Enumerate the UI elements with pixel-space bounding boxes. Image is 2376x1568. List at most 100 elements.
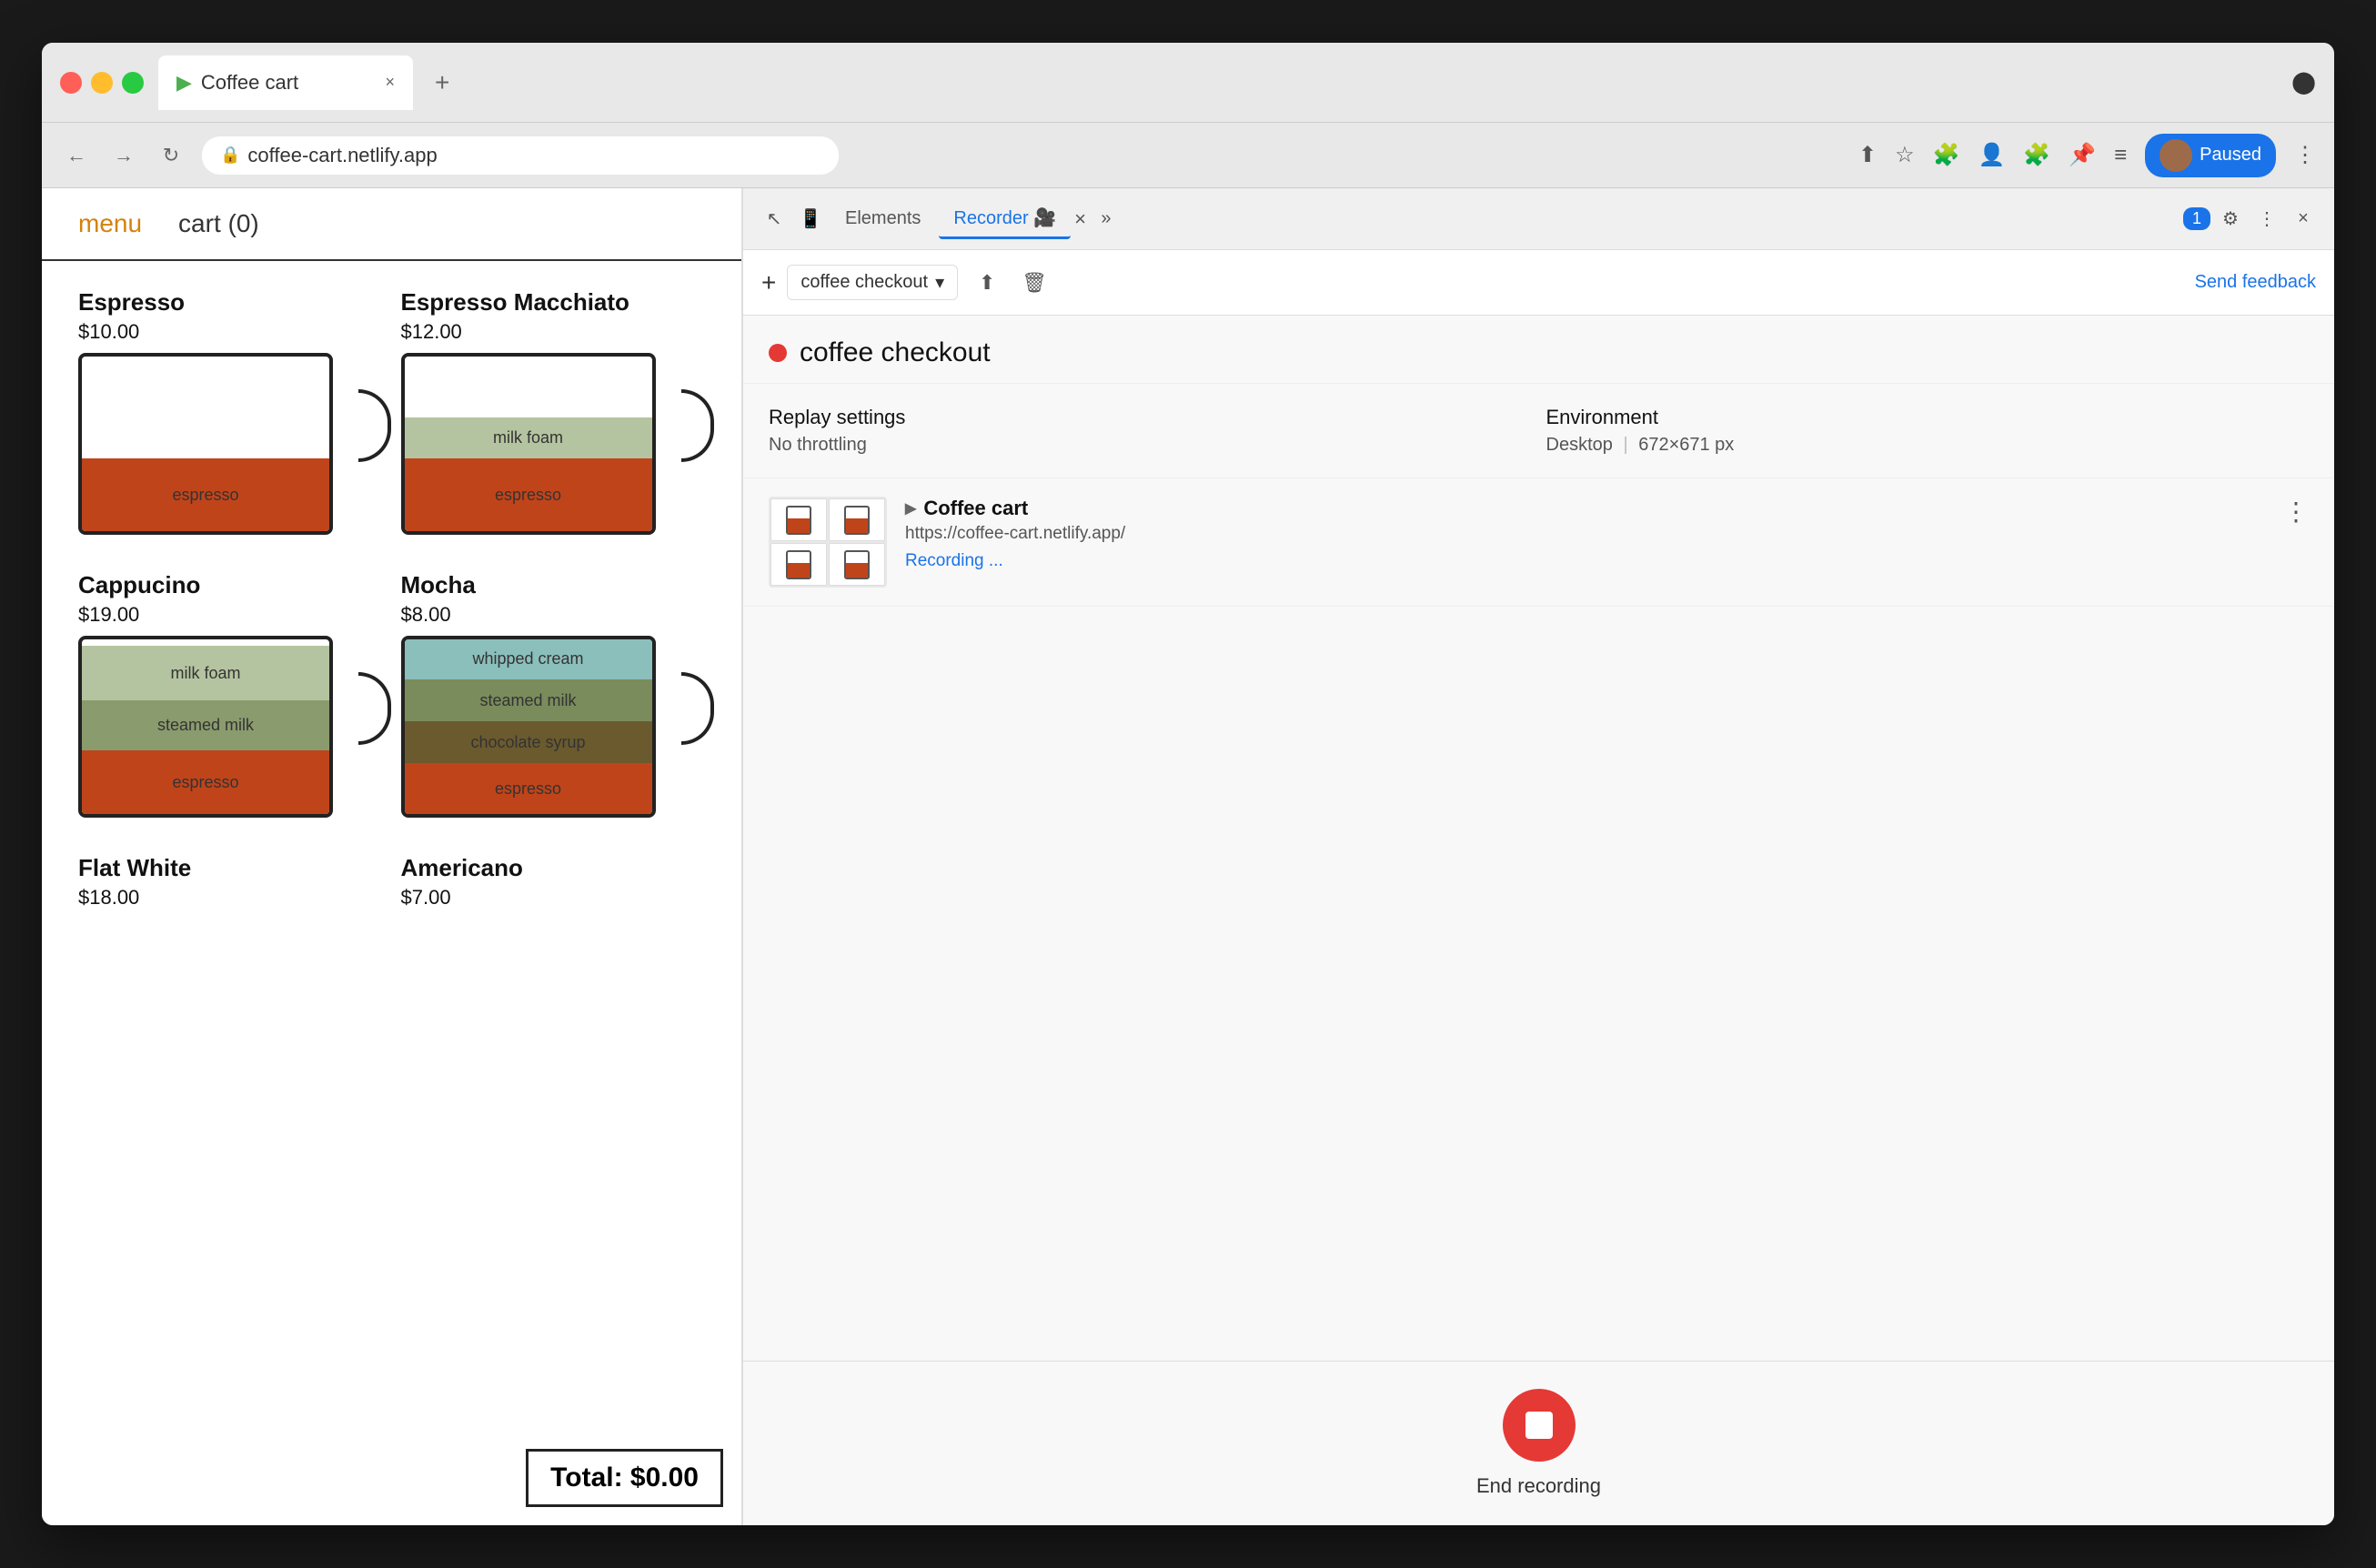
- pin-icon[interactable]: 📌: [2069, 142, 2096, 168]
- close-devtools-button[interactable]: ×: [2287, 203, 2320, 236]
- layer-chocolate-mocha: chocolate syrup: [405, 721, 652, 763]
- cup-handle-cappucino: [358, 672, 391, 745]
- send-feedback-link[interactable]: Send feedback: [2195, 272, 2316, 293]
- browser-window: ▶ Coffee cart × + ⬤ ← → ↻ 🔒 coffee-cart.…: [42, 43, 2334, 1525]
- total-bar: Total: $0.00: [526, 1449, 723, 1507]
- replay-settings-block: Replay settings No throttling: [769, 406, 1532, 456]
- list-icon[interactable]: ≡: [2114, 143, 2127, 168]
- reload-button[interactable]: ↻: [155, 139, 187, 172]
- item-name-cappucino: Cappucino: [78, 571, 383, 599]
- end-recording-label: End recording: [1476, 1474, 1601, 1498]
- more-tabs-button[interactable]: »: [1090, 203, 1123, 236]
- thumb-cell-1: [770, 498, 827, 541]
- stop-icon: [1525, 1412, 1553, 1439]
- cup-mocha[interactable]: espresso chocolate syrup steamed milk wh…: [401, 636, 683, 827]
- puzzle-icon[interactable]: 🧩: [2023, 142, 2050, 168]
- menu-nav-link[interactable]: menu: [78, 209, 142, 238]
- thumb-cell-3: [770, 543, 827, 586]
- url-text: coffee-cart.netlify.app: [247, 144, 437, 167]
- layer-espresso-cap: espresso: [82, 750, 329, 814]
- tab-title: Coffee cart: [201, 71, 298, 95]
- layer-steamed-milk-cap: steamed milk: [82, 700, 329, 750]
- cursor-tool-button[interactable]: ↖: [758, 203, 790, 236]
- cart-nav-link[interactable]: cart (0): [178, 209, 259, 238]
- cup-macchiato[interactable]: espresso milk foam: [401, 353, 683, 544]
- address-field[interactable]: 🔒 coffee-cart.netlify.app: [202, 136, 839, 175]
- forward-button[interactable]: →: [107, 139, 140, 172]
- close-traffic-light[interactable]: [60, 72, 82, 94]
- site-main: Espresso $10.00 espresso Espresso Macchi…: [42, 261, 741, 1525]
- add-recording-button[interactable]: +: [761, 268, 776, 297]
- tab-favicon: ▶: [176, 71, 192, 95]
- lock-icon: 🔒: [220, 146, 240, 165]
- new-tab-button[interactable]: +: [420, 61, 464, 105]
- avatar: [2160, 139, 2192, 172]
- thumb-cup-3: [786, 550, 811, 579]
- dropdown-icon: ▾: [935, 271, 944, 294]
- tab-recorder[interactable]: Recorder 🎥: [939, 199, 1071, 239]
- end-recording-section: End recording: [743, 1361, 2334, 1525]
- layer-espresso: espresso: [82, 458, 329, 531]
- tab-elements[interactable]: Elements: [831, 201, 935, 236]
- cup-espresso[interactable]: espresso: [78, 353, 360, 544]
- menu-button[interactable]: ⋮: [2294, 142, 2316, 168]
- recording-thumbnail: [769, 497, 887, 588]
- cup-handle-macchiato: [681, 389, 714, 462]
- menu-item-mocha: Mocha $8.00 espresso chocolate syrup ste…: [401, 571, 706, 827]
- recording-expand-row[interactable]: ▶ Coffee cart: [905, 497, 2265, 520]
- maximize-traffic-light[interactable]: [122, 72, 144, 94]
- devtools-panel-button[interactable]: ⬤: [2291, 69, 2316, 95]
- minimize-traffic-light[interactable]: [91, 72, 113, 94]
- layer-espresso-mocha: espresso: [405, 763, 652, 814]
- profile-icon[interactable]: 👤: [1978, 142, 2005, 168]
- recording-name-select: coffee checkout: [800, 272, 928, 293]
- delete-recording-button[interactable]: 🗑: [1016, 265, 1052, 301]
- settings-button[interactable]: ⚙: [2214, 203, 2247, 236]
- item-name-mocha: Mocha: [401, 571, 706, 599]
- recorder-toolbar: + coffee checkout ▾ ⬆ 🗑 Send feedback: [743, 250, 2334, 316]
- chat-badge[interactable]: 1: [2183, 207, 2210, 230]
- cup-body-macchiato: espresso milk foam: [401, 353, 656, 535]
- environment-block: Environment Desktop | 672×671 px: [1546, 406, 2310, 456]
- device-toggle-button[interactable]: 📱: [794, 203, 827, 236]
- item-name-macchiato: Espresso Macchiato: [401, 288, 706, 317]
- recording-more-options-button[interactable]: ⋮: [2283, 497, 2309, 527]
- item-name-espresso: Espresso: [78, 288, 383, 317]
- share-icon[interactable]: ⬆: [1858, 142, 1877, 168]
- more-options-button[interactable]: ⋮: [2250, 203, 2283, 236]
- recording-url: https://coffee-cart.netlify.app/: [905, 524, 2265, 544]
- recording-selector[interactable]: coffee checkout ▾: [787, 265, 958, 300]
- thumb-cell-4: [829, 543, 885, 586]
- tab-close-button[interactable]: ×: [385, 73, 395, 92]
- recorder-tab-close[interactable]: ×: [1074, 207, 1086, 231]
- menu-item-cappucino: Cappucino $19.00 espresso steamed milk m…: [78, 571, 383, 827]
- cup-handle-mocha: [681, 672, 714, 745]
- item-price-cappucino: $19.00: [78, 603, 383, 627]
- export-recording-button[interactable]: ⬆: [969, 265, 1005, 301]
- replay-settings-label: Replay settings: [769, 406, 1532, 429]
- expand-arrow-icon: ▶: [905, 499, 916, 518]
- site-navigation: menu cart (0): [42, 188, 741, 261]
- main-content: menu cart (0) Espresso $10.00 espresso: [42, 188, 2334, 1525]
- paused-button[interactable]: Paused: [2145, 134, 2276, 177]
- address-bar: ← → ↻ 🔒 coffee-cart.netlify.app ⬆ ☆ 🧩 👤 …: [42, 123, 2334, 188]
- traffic-lights: [60, 72, 144, 94]
- item-name-americano: Americano: [401, 854, 706, 882]
- cup-cappucino[interactable]: espresso steamed milk milk foam: [78, 636, 360, 827]
- stop-recording-button[interactable]: [1503, 1389, 1576, 1462]
- menu-item-flat-white: Flat White $18.00: [78, 854, 383, 919]
- item-price-mocha: $8.00: [401, 603, 706, 627]
- layer-whipped-cream-mocha: whipped cream: [405, 638, 652, 679]
- extensions-icon[interactable]: 🧩: [1933, 142, 1960, 168]
- thumb-cup-2: [844, 506, 870, 535]
- coffee-cart-website: menu cart (0) Espresso $10.00 espresso: [42, 188, 742, 1525]
- bookmark-icon[interactable]: ☆: [1895, 142, 1915, 168]
- devtools-tabbar: ↖ 📱 Elements Recorder 🎥 × » 1 ⚙ ⋮ ×: [743, 188, 2334, 250]
- thumb-cell-2: [829, 498, 885, 541]
- throttling-value: No throttling: [769, 435, 1532, 456]
- title-bar: ▶ Coffee cart × + ⬤: [42, 43, 2334, 123]
- active-tab[interactable]: ▶ Coffee cart ×: [158, 55, 413, 110]
- layer-espresso-macchiato: espresso: [405, 458, 652, 531]
- recording-header: coffee checkout: [743, 316, 2334, 384]
- back-button[interactable]: ←: [60, 139, 93, 172]
